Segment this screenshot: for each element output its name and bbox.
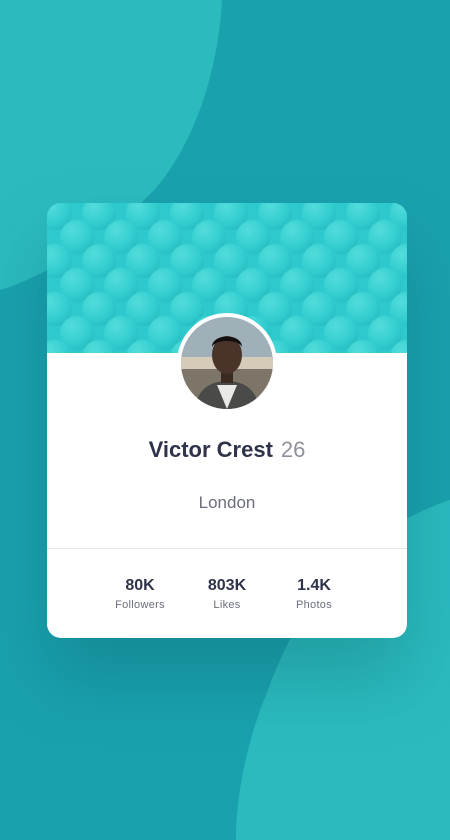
stat-label: Likes: [213, 599, 241, 611]
stats-row: 80K Followers 803K Likes 1.4K Photos: [100, 576, 354, 616]
divider: [47, 548, 407, 549]
stat-label: Followers: [115, 599, 165, 611]
stat-value: 803K: [207, 577, 247, 594]
stat-value: 80K: [125, 577, 155, 594]
stat-photos: 1.4K Photos: [274, 576, 354, 614]
profile-card: Victor Crest 26 London 80K Followers 803K…: [47, 203, 407, 638]
profile-location: London: [198, 493, 256, 512]
stat-value: 1.4K: [297, 577, 331, 594]
stat-followers: 80K Followers: [100, 576, 180, 614]
avatar: [177, 313, 277, 413]
name-row: Victor Crest 26: [47, 437, 407, 463]
profile-name: Victor Crest: [148, 437, 273, 462]
stat-label: Photos: [295, 599, 333, 611]
profile-age: 26: [280, 437, 306, 462]
stat-likes: 803K Likes: [187, 576, 267, 614]
